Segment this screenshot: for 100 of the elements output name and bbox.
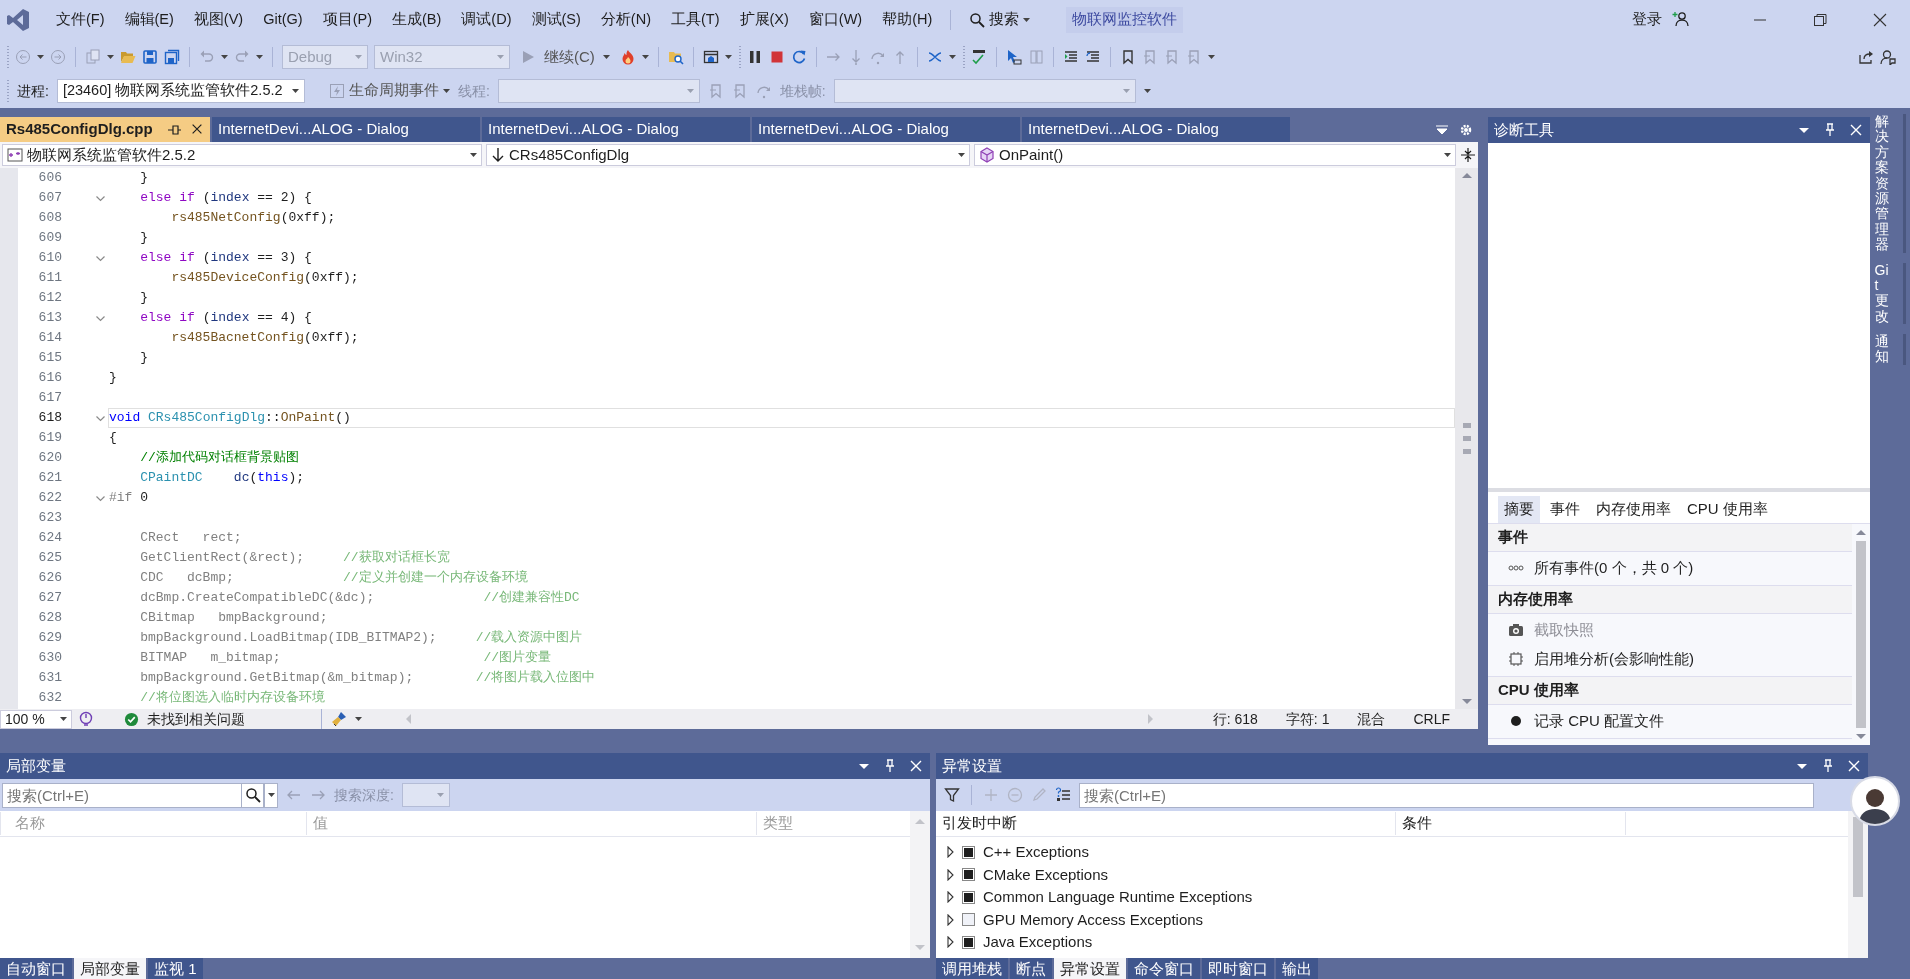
scroll-up-icon[interactable] xyxy=(1460,171,1473,180)
menu-item[interactable]: 分析(N) xyxy=(590,6,661,34)
diagnostics-tab[interactable]: 摘要 xyxy=(1498,496,1540,523)
feedback-button[interactable] xyxy=(1880,49,1896,65)
caret-icon[interactable] xyxy=(1207,55,1215,59)
menu-item[interactable]: 生成(B) xyxy=(382,6,452,34)
panel-tab[interactable]: 输出 xyxy=(1276,958,1318,979)
menu-item[interactable]: 测试(S) xyxy=(521,6,591,34)
action-link[interactable]: 记录 CPU 配置文件 xyxy=(1534,709,1664,733)
caret-icon[interactable] xyxy=(948,55,956,59)
panel-tab[interactable]: 命令窗口 xyxy=(1128,958,1200,979)
window-button[interactable] xyxy=(702,49,719,65)
scroll-up-icon[interactable] xyxy=(1855,527,1867,537)
document-tab[interactable]: InternetDevi...ALOG - Dialog xyxy=(752,117,1020,142)
line-status[interactable]: 行: 618 xyxy=(1212,708,1258,730)
menu-item[interactable]: 视图(V) xyxy=(183,6,254,34)
diagnostics-tab[interactable]: 事件 xyxy=(1544,496,1586,523)
restart-button[interactable] xyxy=(790,49,807,65)
vertical-scrollbar[interactable] xyxy=(1455,168,1478,709)
account-icon[interactable] xyxy=(1672,11,1690,29)
collapse-chevron-icon[interactable] xyxy=(95,413,106,423)
continue-button[interactable]: 继续(C) xyxy=(516,45,614,69)
save-button[interactable] xyxy=(142,49,158,65)
caret-icon[interactable] xyxy=(724,55,732,59)
menu-item[interactable]: 工具(T) xyxy=(661,6,730,34)
zoom-dropdown[interactable]: 100 % xyxy=(0,709,72,729)
indent-button[interactable] xyxy=(1062,49,1079,65)
scope-dropdown[interactable]: CRs485ConfigDlg xyxy=(486,144,970,166)
scroll-down-icon[interactable] xyxy=(1855,732,1867,741)
list-button[interactable] xyxy=(1055,787,1071,803)
search-field[interactable]: 搜索(Ctrl+E) xyxy=(1079,782,1814,808)
pointer-button[interactable] xyxy=(1005,49,1022,65)
close-icon[interactable] xyxy=(1848,122,1864,138)
document-tab[interactable]: InternetDevi...ALOG - Dialog xyxy=(1022,117,1290,142)
sign-in-link[interactable]: 登录 xyxy=(1622,6,1672,34)
side-tab[interactable]: Git 更改 xyxy=(1874,262,1906,325)
member-dropdown[interactable]: OnPaint() xyxy=(974,144,1456,166)
menu-item[interactable]: 调试(D) xyxy=(451,6,522,34)
expand-icon[interactable] xyxy=(946,936,954,949)
checkbox[interactable] xyxy=(962,935,975,949)
search-dropdown[interactable] xyxy=(264,782,278,808)
checkbox[interactable] xyxy=(962,868,975,882)
expand-icon[interactable] xyxy=(946,846,954,859)
project-dropdown[interactable]: 物联网系统监管软件2.5.2 xyxy=(2,144,482,166)
menu-item[interactable]: 文件(F) xyxy=(46,6,115,34)
panel-tab[interactable]: 调用堆栈 xyxy=(936,958,1008,979)
avatar[interactable] xyxy=(1850,776,1900,826)
caret-icon[interactable] xyxy=(221,55,228,59)
caret-icon[interactable] xyxy=(37,55,44,59)
restore-button[interactable] xyxy=(1812,12,1828,28)
menu-item[interactable]: Git(G) xyxy=(253,6,313,34)
filter-button[interactable] xyxy=(944,787,960,803)
side-tab[interactable]: 通知 xyxy=(1874,334,1906,365)
split-icon[interactable] xyxy=(1460,147,1476,163)
spell-check-button[interactable] xyxy=(970,49,987,65)
document-tab[interactable]: Rs485ConfigDlg.cpp xyxy=(0,117,210,142)
search-button[interactable]: 搜索 xyxy=(959,6,1041,34)
column-header[interactable]: 条件 xyxy=(1396,812,1626,835)
diagnostics-tab[interactable]: CPU 使用率 xyxy=(1681,496,1774,523)
encoding-status[interactable]: 混合 xyxy=(1357,708,1386,730)
search-field[interactable]: 搜索(Ctrl+E) xyxy=(2,782,242,808)
close-icon[interactable] xyxy=(908,758,924,774)
intellicode-icon[interactable] xyxy=(78,711,94,727)
issues-status[interactable]: 未找到相关问题 xyxy=(124,708,245,730)
column-header[interactable]: 引发时中断 xyxy=(936,812,1396,835)
menu-item[interactable]: 帮助(H) xyxy=(872,6,943,34)
line-ending-status[interactable]: CRLF xyxy=(1413,708,1450,730)
menu-item[interactable]: 窗口(W) xyxy=(798,6,873,34)
document-tab[interactable]: InternetDevi...ALOG - Dialog xyxy=(212,117,480,142)
menu-item[interactable]: 扩展(X) xyxy=(729,6,799,34)
panel-tab[interactable]: 自动窗口 xyxy=(0,958,72,979)
vertical-scrollbar[interactable] xyxy=(1848,811,1868,958)
caret-icon[interactable] xyxy=(256,55,263,59)
collapse-chevron-icon[interactable] xyxy=(95,253,106,263)
side-tab[interactable]: 解决方案资源管理器 xyxy=(1874,114,1906,253)
menu-item[interactable]: 项目(P) xyxy=(312,6,382,34)
collapse-chevron-icon[interactable] xyxy=(95,313,106,323)
column-status[interactable]: 字符: 1 xyxy=(1285,708,1330,730)
panel-tab[interactable]: 即时窗口 xyxy=(1202,958,1274,979)
share-button[interactable] xyxy=(1858,49,1874,65)
caret-icon[interactable] xyxy=(107,55,114,59)
panel-tab[interactable]: 局部变量 xyxy=(74,958,146,979)
checkbox[interactable] xyxy=(962,890,975,904)
collapse-chevron-icon[interactable] xyxy=(95,493,106,503)
scroll-down-icon[interactable] xyxy=(1460,697,1473,706)
expand-icon[interactable] xyxy=(946,891,954,904)
folder-search-button[interactable] xyxy=(667,49,684,65)
process-dropdown[interactable]: [23460] 物联网系统监管软件2.5.2 xyxy=(56,79,305,103)
checkbox[interactable] xyxy=(962,913,975,927)
diagnostics-tab[interactable]: 内存使用率 xyxy=(1590,496,1677,523)
panel-tab[interactable]: 断点 xyxy=(1010,958,1052,979)
overflow-caret-icon[interactable] xyxy=(1143,89,1151,93)
save-all-button[interactable] xyxy=(164,49,180,65)
code-cleanup-button[interactable] xyxy=(331,711,362,727)
close-button[interactable] xyxy=(1872,12,1888,28)
search-button[interactable] xyxy=(242,782,264,808)
menu-item[interactable]: 编辑(E) xyxy=(114,6,184,34)
outdent-button[interactable] xyxy=(1084,49,1101,65)
expand-icon[interactable] xyxy=(946,913,954,926)
checkbox[interactable] xyxy=(962,845,975,859)
